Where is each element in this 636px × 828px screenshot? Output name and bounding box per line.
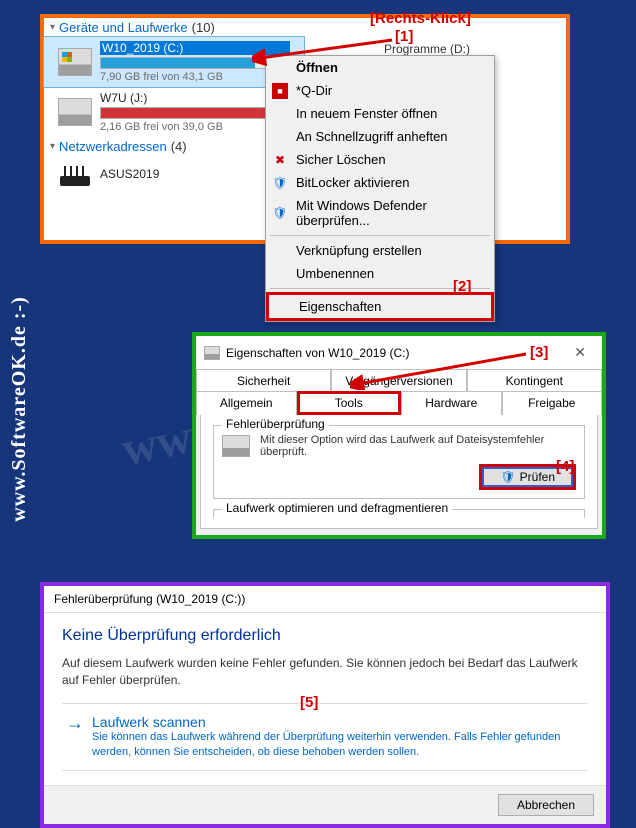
error-check-desc: Mit dieser Option wird das Laufwerk auf … <box>260 434 576 458</box>
tab-security[interactable]: Sicherheit <box>196 369 331 392</box>
dialog-title: Eigenschaften von W10_2019 (C:) <box>226 346 409 360</box>
router-icon <box>58 160 92 188</box>
shield-icon: 🛡 <box>272 205 288 221</box>
drive-free-text: 7,90 GB frei von 43,1 GB <box>100 71 290 83</box>
section-devices-label: Geräte und Laufwerke <box>59 20 188 35</box>
arrow-icon: → <box>66 714 84 732</box>
tab-tools[interactable]: Tools <box>297 391 402 415</box>
optimize-group: Laufwerk optimieren und defragmentieren <box>213 509 585 518</box>
section-network-label: Netzwerkadressen <box>59 139 167 154</box>
ctx-defender[interactable]: 🛡Mit Windows Defender überprüfen... <box>266 194 494 232</box>
chevron-down-icon: ▾ <box>50 22 55 33</box>
cancel-button[interactable]: Abbrechen <box>498 794 594 816</box>
drive-name: W7U (J:) <box>100 91 290 105</box>
sidebar-url: www.SoftwareOK.de :-) <box>8 296 31 522</box>
link-title: Laufwerk scannen <box>92 714 584 730</box>
drive-icon <box>58 48 92 76</box>
tab-hardware[interactable]: Hardware <box>401 391 502 415</box>
drive-free-text: 2,16 GB frei von 39,0 GB <box>100 121 290 133</box>
ctx-shortcut[interactable]: Verknüpfung erstellen <box>266 239 494 262</box>
ctx-bitlocker[interactable]: 🛡BitLocker aktivieren <box>266 171 494 194</box>
section-devices-count: (10) <box>192 20 215 35</box>
ctx-secure-delete[interactable]: ✖Sicher Löschen <box>266 148 494 171</box>
ctx-rename[interactable]: Umbenennen <box>266 262 494 285</box>
separator <box>270 235 490 236</box>
delete-icon: ✖ <box>272 152 288 168</box>
ctx-properties[interactable]: Eigenschaften <box>266 292 494 321</box>
scan-drive-link[interactable]: → Laufwerk scannen Sie können das Laufwe… <box>62 703 588 772</box>
section-network-count: (4) <box>171 139 187 154</box>
dialog-title: Fehlerüberprüfung (W10_2019 (C:)) <box>44 586 606 613</box>
tab-quota[interactable]: Kontingent <box>467 369 602 392</box>
drive-icon <box>204 346 220 360</box>
ctx-open[interactable]: Öffnen <box>266 56 494 79</box>
shield-icon: 🛡 <box>500 470 515 484</box>
ctx-new-window[interactable]: In neuem Fenster öffnen <box>266 102 494 125</box>
link-subtitle: Sie können das Laufwerk während der Über… <box>92 730 584 761</box>
drive-icon <box>222 435 250 457</box>
close-button[interactable]: ✕ <box>566 342 594 363</box>
network-name: ASUS2019 <box>100 167 270 181</box>
dialog-text: Auf diesem Laufwerk wurden keine Fehler … <box>62 655 588 689</box>
check-button[interactable]: 🛡Prüfen <box>479 464 576 490</box>
titlebar: Eigenschaften von W10_2019 (C:) ✕ <box>196 336 602 369</box>
drive-name: W10_2019 (C:) <box>100 41 290 55</box>
properties-dialog: Eigenschaften von W10_2019 (C:) ✕ Sicher… <box>192 332 606 539</box>
ctx-pin-quick[interactable]: An Schnellzugriff anheften <box>266 125 494 148</box>
drive-d[interactable]: Programme (D:) <box>384 42 470 56</box>
chevron-down-icon: ▾ <box>50 141 55 152</box>
tab-strip: Sicherheit Vorgängerversionen Kontingent… <box>196 369 602 415</box>
drive-icon <box>58 98 92 126</box>
drive-capacity-bar <box>100 57 290 69</box>
section-devices[interactable]: ▾ Geräte und Laufwerke (10) <box>44 18 566 37</box>
error-check-group: Fehlerüberprüfung Mit dieser Option wird… <box>213 425 585 499</box>
tab-sharing[interactable]: Freigabe <box>502 391 603 415</box>
tab-previous-versions[interactable]: Vorgängerversionen <box>331 369 466 392</box>
context-menu: Öffnen ■*Q-Dir In neuem Fenster öffnen A… <box>265 55 495 322</box>
group-title: Laufwerk optimieren und defragmentieren <box>222 501 452 515</box>
qdir-icon: ■ <box>272 83 288 99</box>
ctx-qdir[interactable]: ■*Q-Dir <box>266 79 494 102</box>
drive-capacity-bar <box>100 107 290 119</box>
separator <box>270 288 490 289</box>
tab-general[interactable]: Allgemein <box>196 391 297 415</box>
shield-icon: 🛡 <box>272 175 288 191</box>
dialog-heading: Keine Überprüfung erforderlich <box>62 627 588 645</box>
network-device[interactable]: ASUS2019 <box>44 156 284 192</box>
group-title: Fehlerüberprüfung <box>222 417 329 431</box>
error-check-dialog: Fehlerüberprüfung (W10_2019 (C:)) Keine … <box>40 582 610 828</box>
